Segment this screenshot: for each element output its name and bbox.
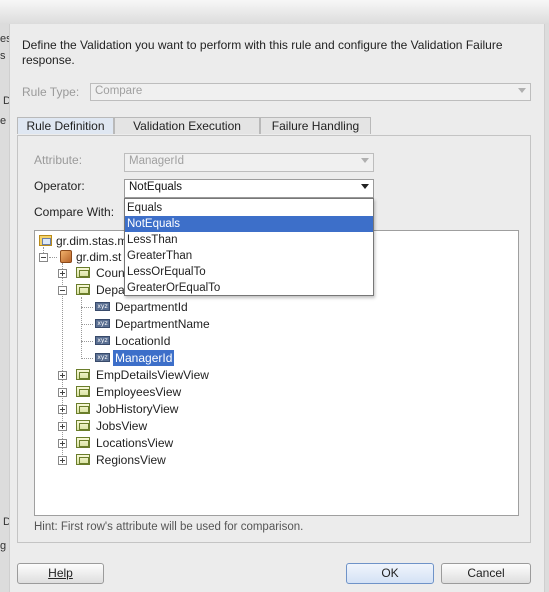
chevron-down-icon <box>361 184 369 189</box>
background-text: g <box>0 540 7 552</box>
attribute-icon: xyz <box>95 302 110 311</box>
rule-type-value: Compare <box>95 85 143 97</box>
window-titlebar <box>0 0 549 25</box>
view-object-icon <box>76 284 90 295</box>
operator-option-greater-or-equal[interactable]: GreaterOrEqualTo <box>125 280 373 296</box>
background-text: e <box>0 115 7 127</box>
view-object-icon <box>76 386 90 397</box>
attribute-icon: xyz <box>95 353 110 362</box>
help-button[interactable]: Help <box>17 563 104 584</box>
background-text: s <box>0 50 6 62</box>
expand-icon[interactable] <box>58 422 67 431</box>
expand-icon[interactable] <box>58 405 67 414</box>
operator-option-equals[interactable]: Equals <box>125 200 373 216</box>
operator-label: Operator: <box>34 179 85 193</box>
tab-failure-handling[interactable]: Failure Handling <box>260 117 371 134</box>
operator-value: NotEquals <box>129 181 183 193</box>
expand-icon[interactable] <box>58 269 67 278</box>
expand-icon[interactable] <box>58 439 67 448</box>
ok-button[interactable]: OK <box>346 563 434 584</box>
operator-option-greater-than[interactable]: GreaterThan <box>125 248 373 264</box>
attribute-label: Attribute: <box>34 153 83 167</box>
expand-icon[interactable] <box>58 388 67 397</box>
expand-icon[interactable] <box>58 371 67 380</box>
rule-type-combo[interactable]: Compare <box>90 83 531 101</box>
chevron-down-icon <box>361 158 369 163</box>
attribute-icon: xyz <box>95 336 110 345</box>
tab-validation-execution[interactable]: Validation Execution <box>114 117 260 134</box>
tree-connector <box>81 297 82 357</box>
view-object-icon <box>76 454 90 465</box>
dialog-description: Define the Validation you want to perfor… <box>22 38 503 67</box>
view-object-icon <box>76 437 90 448</box>
compare-with-label: Compare With: <box>34 205 115 219</box>
view-object-icon <box>76 369 90 380</box>
folder-icon <box>39 235 52 246</box>
operator-option-less-or-equal[interactable]: LessOrEqualTo <box>125 264 373 280</box>
collapse-icon[interactable] <box>58 286 67 295</box>
background-window-left <box>0 24 9 592</box>
view-object-icon <box>76 267 90 278</box>
attribute-combo[interactable]: ManagerId <box>124 153 374 172</box>
collapse-icon[interactable] <box>39 253 48 262</box>
application-module-icon <box>60 250 72 263</box>
rule-type-label: Rule Type: <box>22 85 80 99</box>
attribute-icon: xyz <box>95 319 110 328</box>
operator-option-not-equals[interactable]: NotEquals <box>125 216 373 232</box>
view-object-icon <box>76 403 90 414</box>
expand-icon[interactable] <box>58 456 67 465</box>
attribute-value: ManagerId <box>129 155 184 167</box>
cancel-button[interactable]: Cancel <box>441 563 531 584</box>
chevron-down-icon <box>518 88 526 93</box>
operator-combo[interactable]: NotEquals <box>124 179 374 198</box>
comparison-hint: Hint: First row's attribute will be used… <box>34 521 304 533</box>
view-object-icon <box>76 420 90 431</box>
tab-rule-definition[interactable]: Rule Definition <box>17 117 114 134</box>
operator-dropdown-list[interactable]: Equals NotEquals LessThan GreaterThan Le… <box>124 198 374 296</box>
operator-option-less-than[interactable]: LessThan <box>125 232 373 248</box>
